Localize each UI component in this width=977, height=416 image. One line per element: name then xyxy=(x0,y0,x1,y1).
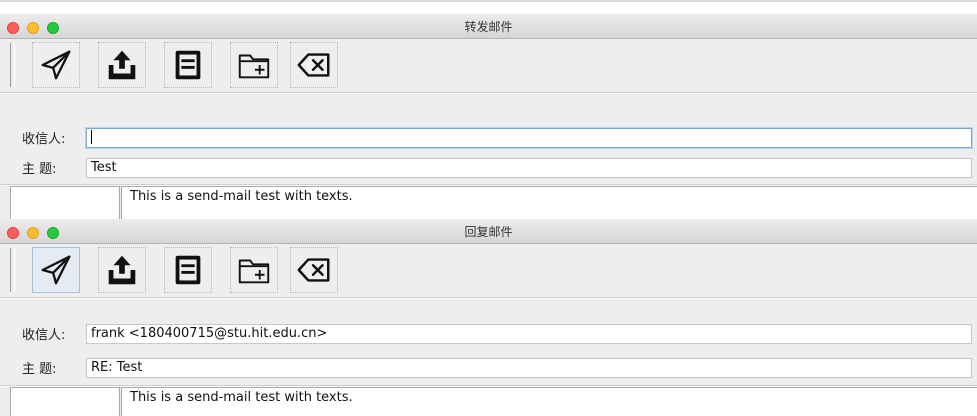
forward-mail-window: 转发邮件 收信人: 主 题: Test This is a send-mail … xyxy=(0,14,977,219)
toolbar xyxy=(0,39,977,91)
attachment-list[interactable] xyxy=(10,186,120,219)
recipient-label: 收信人: xyxy=(22,328,66,343)
toolbar-divider xyxy=(0,92,977,94)
save-draft-icon xyxy=(175,255,201,285)
upload-attachment-icon xyxy=(108,255,136,285)
send-icon xyxy=(41,50,71,80)
subject-input[interactable]: RE: Test xyxy=(86,358,972,378)
background-window-edge xyxy=(0,0,977,2)
attach-button[interactable] xyxy=(98,247,146,293)
window-title: 转发邮件 xyxy=(464,20,513,34)
toolbar-divider xyxy=(0,297,977,299)
subject-input[interactable]: Test xyxy=(86,158,972,178)
background-window-strip xyxy=(0,0,977,14)
subject-label: 主 题: xyxy=(22,162,57,177)
subject-label: 主 题: xyxy=(22,362,57,377)
send-button[interactable] xyxy=(32,42,80,88)
delete-icon xyxy=(297,258,330,282)
send-icon xyxy=(41,255,71,285)
toolbar-grip[interactable] xyxy=(10,43,15,87)
save-draft-button[interactable] xyxy=(164,247,212,293)
recipient-input[interactable] xyxy=(86,128,972,148)
upload-attachment-icon xyxy=(108,50,136,80)
delete-button[interactable] xyxy=(290,247,338,293)
toolbar-grip[interactable] xyxy=(10,248,15,292)
window-title: 回复邮件 xyxy=(464,225,513,239)
add-folder-button[interactable] xyxy=(230,247,278,293)
save-draft-button[interactable] xyxy=(164,42,212,88)
add-folder-icon xyxy=(238,54,270,79)
delete-icon xyxy=(297,53,330,77)
attach-button[interactable] xyxy=(98,42,146,88)
reply-mail-window: 回复邮件 收信人: frank <180400715@stu.hit.edu.c… xyxy=(0,219,977,416)
save-draft-icon xyxy=(175,50,201,80)
recipient-label: 收信人: xyxy=(22,132,66,147)
send-button[interactable] xyxy=(32,247,80,293)
delete-button[interactable] xyxy=(290,42,338,88)
title-bar: 回复邮件 xyxy=(0,219,977,244)
recipient-input[interactable]: frank <180400715@stu.hit.edu.cn> xyxy=(86,324,972,344)
toolbar xyxy=(0,244,977,296)
title-bar: 转发邮件 xyxy=(0,14,977,39)
add-folder-button[interactable] xyxy=(230,42,278,88)
attachment-list[interactable] xyxy=(10,387,120,416)
message-body[interactable]: This is a send-mail test with texts. xyxy=(121,387,977,416)
add-folder-icon xyxy=(238,259,270,284)
message-body[interactable]: This is a send-mail test with texts. xyxy=(121,186,977,219)
text-caret xyxy=(91,130,92,144)
